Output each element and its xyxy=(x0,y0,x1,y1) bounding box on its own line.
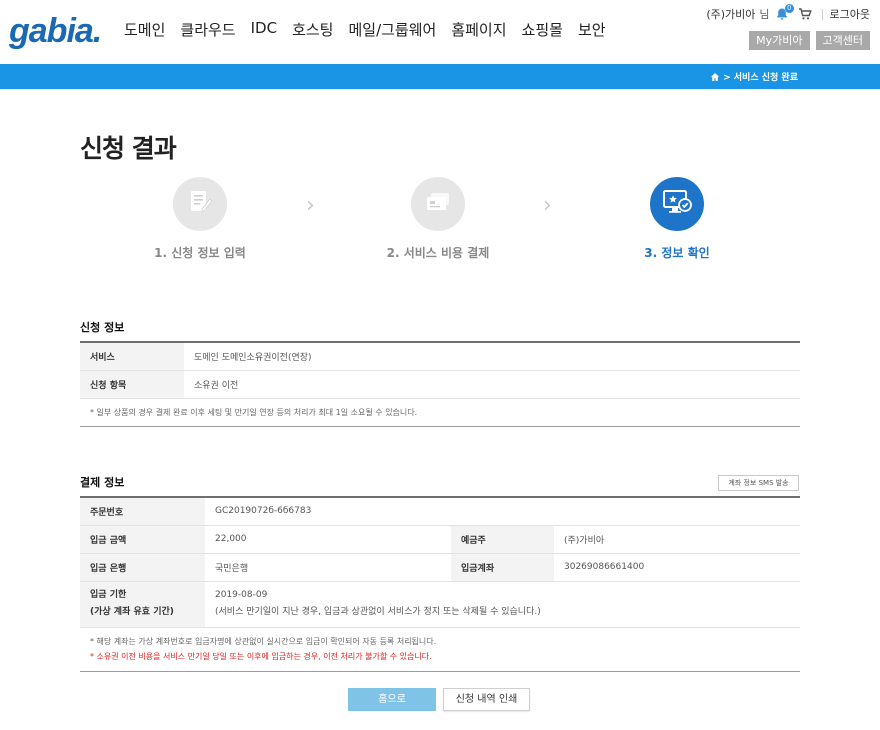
deposit-period-note: (서비스 만기일이 지난 경우, 입금과 상관없이 서비스가 정지 또는 삭제될… xyxy=(215,607,541,617)
bank-value: 국민은행 xyxy=(205,553,451,582)
go-home-button[interactable]: 홈으로 xyxy=(348,688,436,711)
payment-info-title: 결제 정보 xyxy=(80,476,125,489)
nav-idc[interactable]: IDC xyxy=(251,19,277,40)
monitor-check-icon xyxy=(660,186,694,222)
step-1-label: 1. 신청 정보 입력 xyxy=(154,246,246,260)
table-row: 신청 항목 소유권 이전 xyxy=(80,370,800,399)
payment-note-2: * 소유권 이전 비용을 서비스 만기일 당일 또는 이후에 입금하는 경우, … xyxy=(90,652,432,661)
logout-link[interactable]: 로그아웃 xyxy=(830,6,870,22)
credit-card-icon xyxy=(422,187,454,221)
order-no-label: 주문번호 xyxy=(80,497,205,526)
home-icon[interactable] xyxy=(710,72,720,82)
payment-info-table: 주문번호 GC2019072б-6б6783 입금 금액 22,000 예금주 … xyxy=(80,496,800,628)
gabia-logo[interactable]: gabia. xyxy=(9,12,102,51)
document-edit-icon xyxy=(185,187,215,221)
apply-info-table: 서비스 도메인 도메인소유권이전(연장) 신청 항목 소유권 이전 xyxy=(80,341,800,399)
apply-note-text: * 일부 상품의 경우 결제 완료 이후 세팅 및 만기일 연장 등의 처리가 … xyxy=(90,408,418,417)
deposit-period-label-main: 입금 기한 xyxy=(90,590,127,600)
cart-icon[interactable] xyxy=(798,7,812,21)
apply-item-value: 소유권 이전 xyxy=(184,370,800,399)
breadcrumb-text: > 서비스 신청 완료 xyxy=(723,73,798,83)
table-row: 서비스 도메인 도메인소유권이전(연장) xyxy=(80,342,800,371)
step-3-label: 3. 정보 확인 xyxy=(644,246,710,260)
table-row: 입금 금액 22,000 예금주 (주)가비아 xyxy=(80,525,800,554)
main-nav: 도메인 클라우드 IDC 호스팅 메일/그룹웨어 홈페이지 쇼핑몰 보안 xyxy=(124,19,621,40)
util-menu: (주)가비아 님 0 로그아웃 xyxy=(706,4,870,22)
user-suffix: 님 xyxy=(759,8,770,21)
deposit-period-date: 2019-08-09 xyxy=(215,590,268,600)
table-row: 주문번호 GC2019072б-6б6783 xyxy=(80,497,800,526)
util-buttons: My가비아 고객센터 xyxy=(749,31,870,50)
step-2-circle xyxy=(411,177,465,231)
nav-security[interactable]: 보안 xyxy=(578,19,606,40)
apply-info-title: 신청 정보 xyxy=(80,321,125,334)
account-value: 30269086661400 xyxy=(554,553,800,582)
table-row: 입금 은행 국민은행 입금계좌 30269086661400 xyxy=(80,553,800,582)
amount-value: 22,000 xyxy=(205,525,451,554)
nav-cloud[interactable]: 클라우드 xyxy=(180,19,235,40)
print-button[interactable]: 신청 내역 인쇄 xyxy=(443,688,530,711)
step-arrow-1: › xyxy=(306,193,315,218)
depositor-label: 예금주 xyxy=(451,525,554,554)
step-arrow-2: › xyxy=(543,193,552,218)
page-title: 신청 결과 xyxy=(80,134,177,163)
breadcrumb: > 서비스 신청 완료 xyxy=(710,70,798,83)
util-divider xyxy=(821,8,823,20)
step-1-circle xyxy=(173,177,227,231)
deposit-period-value: 2019-08-09 (서비스 만기일이 지난 경우, 입금과 상관없이 서비스… xyxy=(205,581,800,628)
apply-info-note: * 일부 상품의 경우 결제 완료 이후 세팅 및 만기일 연장 등의 처리가 … xyxy=(80,398,800,427)
payment-info-note: * 해당 계좌는 가상 계좌번호로 입금자명에 상관없이 실시간으로 입금이 확… xyxy=(80,627,800,672)
header: gabia. 도메인 클라우드 IDC 호스팅 메일/그룹웨어 홈페이지 쇼핑몰… xyxy=(0,0,880,64)
step-3-circle xyxy=(650,177,704,231)
account-label: 입금계좌 xyxy=(451,553,554,582)
amount-label: 입금 금액 xyxy=(80,525,205,554)
step-3: 3. 정보 확인 xyxy=(597,177,757,261)
step-1: 1. 신청 정보 입력 xyxy=(120,177,280,261)
nav-shoppingmall[interactable]: 쇼핑몰 xyxy=(522,19,563,40)
customer-center-button[interactable]: 고객센터 xyxy=(815,31,870,50)
step-2: 2. 서비스 비용 결제 xyxy=(358,177,518,261)
depositor-value: (주)가비아 xyxy=(554,525,800,554)
bank-label: 입금 은행 xyxy=(80,553,205,582)
sms-send-button[interactable]: 계좌 정보 SMS 발송 xyxy=(718,475,799,491)
payment-note-1: * 해당 계좌는 가상 계좌번호로 입금자명에 상관없이 실시간으로 입금이 확… xyxy=(90,637,437,646)
location-bar: > 서비스 신청 완료 xyxy=(0,64,880,89)
notification-badge: 0 xyxy=(785,4,794,13)
service-label: 서비스 xyxy=(80,342,184,371)
nav-mail-groupware[interactable]: 메일/그룹웨어 xyxy=(348,19,436,40)
user-name: (주)가비아 xyxy=(706,8,756,21)
table-row: 입금 기한 (가상 계좌 유효 기간) 2019-08-09 (서비스 만기일이… xyxy=(80,581,800,628)
deposit-period-label-sub: (가상 계좌 유효 기간) xyxy=(90,607,174,617)
service-value: 도메인 도메인소유권이전(연장) xyxy=(184,342,800,371)
nav-domain[interactable]: 도메인 xyxy=(124,19,165,40)
step-2-label: 2. 서비스 비용 결제 xyxy=(386,246,490,260)
deposit-period-label: 입금 기한 (가상 계좌 유효 기간) xyxy=(80,581,205,628)
apply-item-label: 신청 항목 xyxy=(80,370,184,399)
nav-hosting[interactable]: 호스팅 xyxy=(292,19,333,40)
nav-homepage[interactable]: 홈페이지 xyxy=(451,19,506,40)
bell-icon[interactable]: 0 xyxy=(775,4,794,21)
my-gabia-button[interactable]: My가비아 xyxy=(749,31,810,50)
order-no-value: GC2019072б-6б6783 xyxy=(205,497,800,526)
